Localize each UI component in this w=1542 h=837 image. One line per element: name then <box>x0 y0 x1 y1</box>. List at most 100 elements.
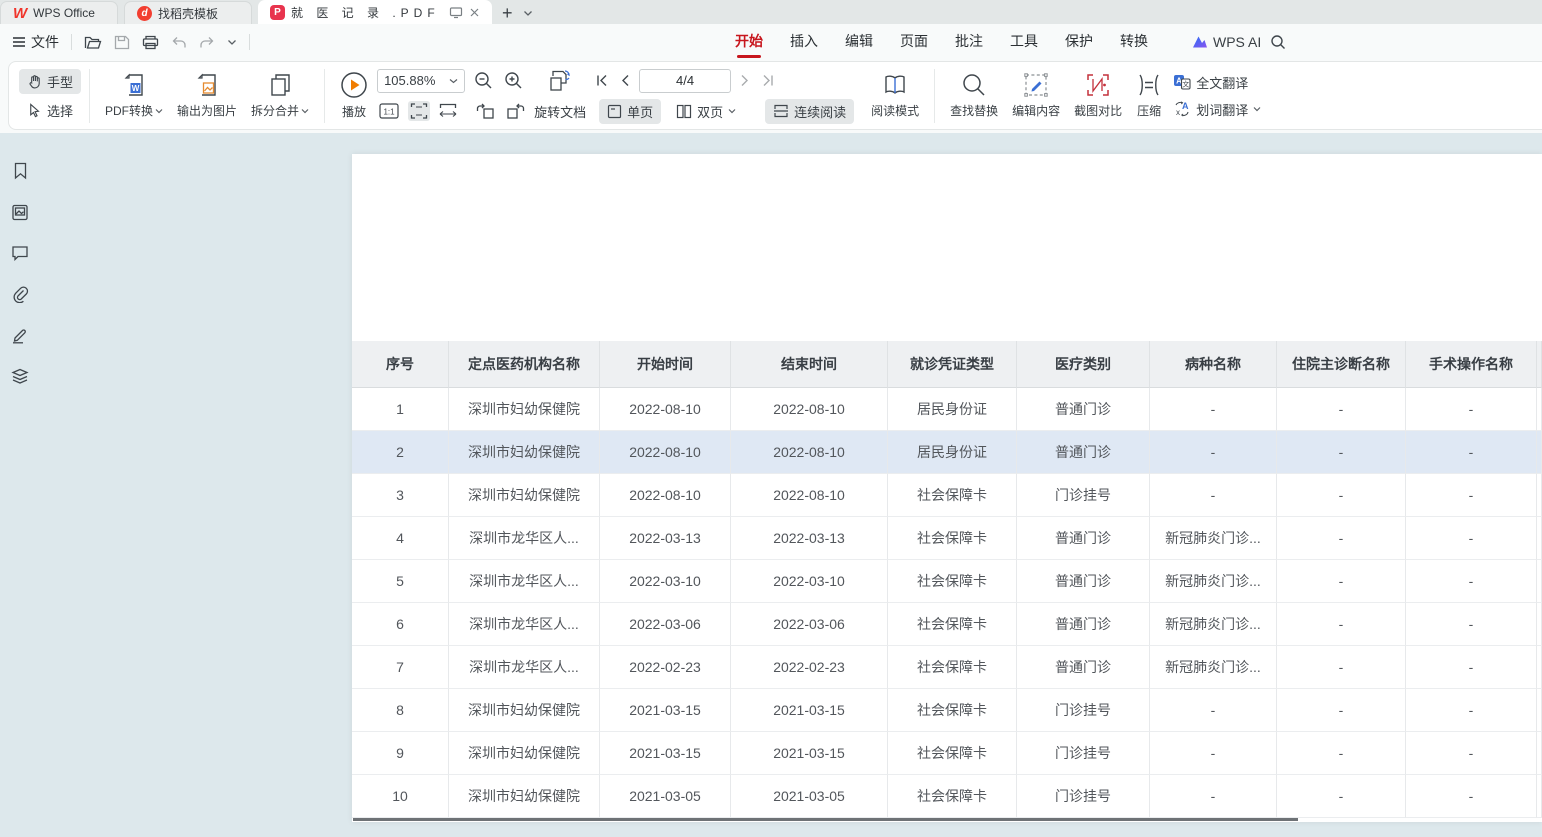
word-translate-button[interactable]: x A 划词翻译 <box>1173 100 1261 119</box>
table-row[interactable]: 3深圳市妇幼保健院2022-08-102022-08-10社会保障卡门诊挂号--… <box>352 474 1542 517</box>
rotate-left-button[interactable] <box>474 101 497 121</box>
svg-text:x: x <box>1176 108 1180 117</box>
zoom-in-button[interactable] <box>502 69 525 92</box>
file-menu-button[interactable]: 文件 <box>12 32 59 52</box>
table-cell: 2021-03-15 <box>600 732 731 775</box>
table-row[interactable]: 10深圳市妇幼保健院2021-03-052021-03-05社会保障卡门诊挂号-… <box>352 775 1542 818</box>
organize-pages-button[interactable] <box>546 68 574 94</box>
table-header-cell: 手术操作名称 <box>1406 341 1537 388</box>
screenshot-compare-button[interactable]: 截图对比 <box>1067 70 1129 121</box>
table-cell: 4 <box>352 517 449 560</box>
actual-size-button[interactable]: 1:1 <box>377 101 401 121</box>
edit-content-button[interactable]: 编辑内容 <box>1005 70 1067 121</box>
table-cell: 社会保障卡 <box>888 689 1017 732</box>
tab-list-chevron-icon[interactable] <box>523 10 533 17</box>
prev-page-button[interactable] <box>618 72 632 89</box>
menu-item-1[interactable]: 插入 <box>790 24 818 60</box>
table-cell: - <box>1277 603 1406 646</box>
table-row[interactable]: 8深圳市妇幼保健院2021-03-152021-03-15社会保障卡门诊挂号--… <box>352 689 1542 732</box>
table-cell: - <box>1277 431 1406 474</box>
next-page-button[interactable] <box>738 72 752 89</box>
table-cell: 深圳市妇幼保健院 <box>449 775 600 818</box>
undo-button[interactable] <box>171 36 187 49</box>
bookmark-icon[interactable] <box>8 159 32 183</box>
table-row[interactable]: 7深圳市龙华区人...2022-02-232022-02-23社会保障卡普通门诊… <box>352 646 1542 689</box>
chevron-down-icon <box>1253 106 1261 112</box>
page-number-input[interactable] <box>639 69 731 93</box>
rotate-doc-label[interactable]: 旋转文档 <box>534 102 586 121</box>
table-body: 1深圳市妇幼保健院2022-08-102022-08-10居民身份证普通门诊--… <box>352 388 1542 818</box>
tab-wps-office-label: WPS Office <box>33 6 95 20</box>
thumbnail-icon[interactable] <box>8 200 32 224</box>
table-row[interactable]: 5深圳市龙华区人...2022-03-102022-03-10社会保障卡普通门诊… <box>352 560 1542 603</box>
split-merge-button[interactable]: 拆分合并 <box>244 70 316 121</box>
table-row[interactable]: 2深圳市妇幼保健院2022-08-102022-08-10居民身份证普通门诊--… <box>352 431 1542 474</box>
menu-item-6[interactable]: 保护 <box>1065 24 1093 60</box>
table-cell: 2021-03-15 <box>731 689 888 732</box>
attachment-icon[interactable] <box>8 282 32 306</box>
table-row[interactable]: 4深圳市龙华区人...2022-03-132022-03-13社会保障卡普通门诊… <box>352 517 1542 560</box>
zoom-out-button[interactable] <box>472 69 495 92</box>
full-translate-button[interactable]: A 文 全文翻译 <box>1173 73 1261 92</box>
double-page-label: 双页 <box>697 102 723 121</box>
menu-item-4[interactable]: 批注 <box>955 24 983 60</box>
menu-item-5[interactable]: 工具 <box>1010 24 1038 60</box>
table-cell <box>1537 689 1542 732</box>
open-file-button[interactable] <box>84 35 102 50</box>
quickbar-chevron-icon[interactable] <box>227 39 237 46</box>
tab-document[interactable]: P 就 医 记 录 .PDF <box>258 0 492 24</box>
table-row[interactable]: 6深圳市龙华区人...2022-03-062022-03-06社会保障卡普通门诊… <box>352 603 1542 646</box>
divider <box>249 34 250 50</box>
single-page-button[interactable]: 单页 <box>599 99 661 124</box>
fit-page-button[interactable] <box>408 101 430 121</box>
search-icon[interactable] <box>1270 34 1286 50</box>
new-tab-button[interactable]: + <box>502 4 513 22</box>
table-cell: 2022-02-23 <box>600 646 731 689</box>
double-page-button[interactable]: 双页 <box>668 99 744 124</box>
pdf-file-icon: P <box>270 5 285 20</box>
table-cell: 2022-03-13 <box>731 517 888 560</box>
select-tool-button[interactable]: 选择 <box>19 98 81 123</box>
word-translate-label: 划词翻译 <box>1196 100 1248 119</box>
layers-icon[interactable] <box>8 364 32 388</box>
table-row[interactable]: 1深圳市妇幼保健院2022-08-102022-08-10居民身份证普通门诊--… <box>352 388 1542 431</box>
find-replace-button[interactable]: 查找替换 <box>943 70 1005 121</box>
table-cell: - <box>1150 732 1277 775</box>
rotate-right-button[interactable] <box>504 101 527 121</box>
tab-document-label: 就 医 记 录 .PDF <box>291 4 443 21</box>
zoom-select[interactable]: 105.88% <box>377 69 465 93</box>
redo-button[interactable] <box>199 36 215 49</box>
table-row[interactable]: 9深圳市妇幼保健院2021-03-152021-03-15社会保障卡门诊挂号--… <box>352 732 1542 775</box>
play-button[interactable]: 播放 <box>333 69 375 122</box>
table-cell: 新冠肺炎门诊... <box>1150 603 1277 646</box>
signature-icon[interactable] <box>8 323 32 347</box>
comment-icon[interactable] <box>8 241 32 265</box>
export-image-button[interactable]: 输出为图片 <box>170 70 244 121</box>
full-translate-icon: A 文 <box>1173 74 1191 90</box>
compress-button[interactable]: 压缩 <box>1129 70 1169 121</box>
save-button[interactable] <box>114 35 130 50</box>
menu-item-wps-ai[interactable]: WPS AI <box>1192 34 1261 50</box>
table-cell: 深圳市妇幼保健院 <box>449 689 600 732</box>
first-page-button[interactable] <box>593 72 611 89</box>
monitor-icon[interactable] <box>449 6 463 19</box>
pdf-convert-button[interactable]: W PDF转换 <box>98 70 170 121</box>
tab-docer-templates[interactable]: d 找稻壳模板 <box>124 1 252 24</box>
menu-item-2[interactable]: 编辑 <box>845 24 873 60</box>
table-header-cell: 开始时间 <box>600 341 731 388</box>
read-mode-button[interactable]: 阅读模式 <box>864 70 926 121</box>
tab-wps-office[interactable]: W WPS Office <box>0 1 118 24</box>
close-icon[interactable] <box>469 7 480 18</box>
continuous-read-button[interactable]: 连续阅读 <box>765 99 854 124</box>
hand-tool-button[interactable]: 手型 <box>19 69 81 94</box>
pdf-page[interactable]: 序号定点医药机构名称开始时间结束时间就诊凭证类型医疗类别病种名称住院主诊断名称手… <box>352 154 1542 822</box>
table-cell: - <box>1277 560 1406 603</box>
last-page-button[interactable] <box>759 72 777 89</box>
fit-width-button[interactable] <box>437 101 459 121</box>
menu-item-7[interactable]: 转换 <box>1120 24 1148 60</box>
menu-item-3[interactable]: 页面 <box>900 24 928 60</box>
print-button[interactable] <box>142 35 159 50</box>
table-cell: 社会保障卡 <box>888 603 1017 646</box>
menu-item-0[interactable]: 开始 <box>735 24 763 60</box>
table-cell: 2022-08-10 <box>600 474 731 517</box>
